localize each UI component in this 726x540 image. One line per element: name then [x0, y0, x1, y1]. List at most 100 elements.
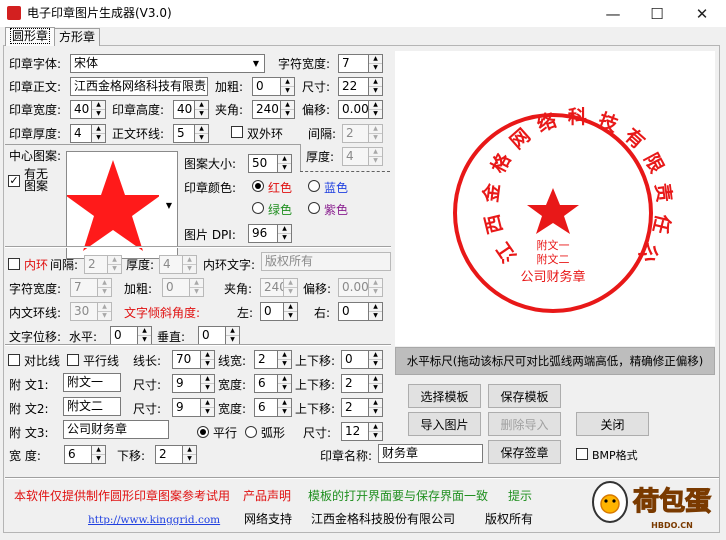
inner-text-input[interactable]: 版权所有 [261, 252, 391, 271]
center-group-dash [300, 171, 390, 172]
gap-spinner[interactable]: 2 ▲ ▼ [342, 124, 383, 143]
main-text-input[interactable]: 江西金格网络科技有限责 [70, 77, 208, 96]
contrast-line-checkbox[interactable] [8, 354, 20, 366]
seal-width-spinner[interactable]: 40 ▲ ▼ [70, 100, 106, 119]
seal-height-spinner[interactable]: 40 ▲ ▼ [173, 100, 209, 119]
save-sign-button[interactable]: 保存签章 [488, 440, 561, 464]
bold-spinner[interactable]: 0 ▲ ▼ [252, 77, 295, 96]
subtext3-input[interactable]: 公司财务章 [63, 420, 169, 439]
tilt-left-label: 左: [237, 306, 254, 320]
subtext1-input[interactable]: 附文一 [63, 373, 121, 392]
notice-text: 本软件仅提供制作圆形印章图案参考试用 [14, 489, 231, 503]
offset-spinner[interactable]: 0.000▲▼ [338, 100, 383, 119]
has-pattern-checkbox[interactable]: ✓ [8, 175, 20, 187]
subtext1-width-spinner[interactable]: 6 ▲ ▼ [254, 374, 292, 393]
minimize-button[interactable]: — [591, 0, 635, 27]
thickness2-spinner[interactable]: 4 ▲ ▼ [342, 147, 383, 166]
choose-template-button[interactable]: 选择模板 [408, 384, 481, 408]
shift-h-spinner[interactable]: 0 ▲ ▼ [110, 326, 152, 345]
close-button[interactable]: 关闭 [576, 412, 649, 436]
tilt-left-spinner[interactable]: 0 ▲ ▼ [260, 302, 298, 321]
subtext2-width-spinner[interactable]: 6 ▲ ▼ [254, 398, 292, 417]
char-width-label: 字符宽度: [278, 57, 331, 71]
close-window-button[interactable]: ✕ [680, 0, 724, 27]
pattern-dropdown-arrow[interactable]: ▼ [160, 151, 178, 259]
line-move-spinner[interactable]: 0 ▲ ▼ [341, 350, 383, 369]
seal-width-label: 印章宽度: [9, 103, 62, 117]
net-support-link[interactable]: 网络支持 [244, 512, 292, 526]
color-blue-radio[interactable] [308, 180, 320, 192]
subtext3-size-spinner[interactable]: 12 ▲ ▼ [341, 422, 383, 441]
bmp-format-checkbox[interactable] [576, 448, 588, 460]
template-notice-text: 模板的打开界面要与保存界面一致 [308, 489, 489, 503]
delete-import-button[interactable]: 删除导入 [488, 412, 561, 436]
subtext1-width-label: 宽度: [218, 378, 247, 392]
tilt-right-spinner[interactable]: 0 ▲ ▼ [338, 302, 383, 321]
dpi-label: 图片 DPI: [184, 228, 236, 242]
color-purple-radio[interactable] [308, 202, 320, 214]
inner-char-width-label: 字符宽度: [9, 282, 62, 296]
inner-char-width-spinner[interactable]: 7 ▲ ▼ [70, 278, 112, 297]
seal-name-label: 印章名称: [320, 449, 373, 463]
has-pattern-label: 有无图案 [24, 167, 49, 193]
size-label: 尺寸: [302, 80, 331, 94]
text-ring-spinner[interactable]: 5 ▲ ▼ [173, 124, 209, 143]
parallel-line-checkbox[interactable] [67, 354, 79, 366]
hint-link[interactable]: 提示 [508, 489, 532, 503]
pattern-size-spinner[interactable]: 50 ▲ ▼ [248, 154, 292, 173]
inner-ring-line-spinner[interactable]: 30 ▲ ▼ [70, 302, 112, 321]
inner-angle-spinner[interactable]: 240▲▼ [260, 278, 298, 297]
inner-gap-spinner[interactable]: 2 ▲ ▼ [84, 255, 122, 274]
website-link[interactable]: http://www.kinggrid.com [88, 513, 220, 527]
import-image-button[interactable]: 导入图片 [408, 412, 481, 436]
seal-color-label: 印章颜色: [184, 181, 237, 195]
text-ring-label: 正文环线: [112, 127, 165, 141]
subtext2-input[interactable]: 附文二 [63, 397, 121, 416]
seal-height-label: 印章高度: [112, 103, 165, 117]
subtext1-size-label: 尺寸: [133, 378, 162, 392]
angle-spinner[interactable]: 240 ▲ ▼ [252, 100, 295, 119]
seal-preview: 江西金格网络科技有限责任公司 附文一 附文二 公司财务章 [385, 34, 715, 346]
seal-thickness-spinner[interactable]: 4 ▲ ▼ [70, 124, 106, 143]
char-width-spinner[interactable]: 7 ▲ ▼ [338, 54, 383, 73]
double-ring-checkbox[interactable] [231, 126, 243, 138]
color-green-radio[interactable] [252, 202, 264, 214]
seal-name-input[interactable]: 财务章 [378, 444, 483, 463]
bottom-width-spinner[interactable]: 6 ▲ ▼ [64, 445, 106, 464]
tab-round-seal[interactable]: 圆形章 [5, 27, 56, 46]
subtext2-size-spinner[interactable]: 9 ▲ ▼ [172, 398, 215, 417]
shift-h-label: 水平: [69, 330, 98, 344]
divider-2 [5, 344, 391, 346]
center-pattern-label: 中心图案: [9, 149, 62, 163]
inner-ring-checkbox[interactable] [8, 258, 20, 270]
color-red-radio[interactable] [252, 180, 264, 192]
seal-thickness-label: 印章厚度: [9, 127, 62, 141]
shift-v-spinner[interactable]: 0 ▲ ▼ [198, 326, 240, 345]
inner-offset-spinner[interactable]: 0.000▲▼ [338, 278, 383, 297]
gap-label: 间隔: [308, 127, 337, 141]
seal-subtext1: 附文一 [537, 238, 570, 252]
save-template-button[interactable]: 保存模板 [488, 384, 561, 408]
inner-gap-label: 间隔: [50, 258, 79, 272]
subtext2-move-spinner[interactable]: 2 ▲ ▼ [341, 398, 383, 417]
product-statement-link[interactable]: 产品声明 [243, 489, 291, 503]
font-select[interactable]: 宋体 ▼ [70, 54, 265, 73]
contrast-line-label: 对比线 [24, 354, 61, 368]
dpi-spinner[interactable]: 96 ▲ ▼ [248, 224, 292, 243]
maximize-button[interactable]: ☐ [635, 0, 679, 27]
tilt-right-label: 右: [314, 306, 331, 320]
parallel-radio[interactable] [197, 426, 209, 438]
subtext1-move-spinner[interactable]: 2 ▲ ▼ [341, 374, 383, 393]
subtext1-size-spinner[interactable]: 9 ▲ ▼ [172, 374, 215, 393]
size-spinner[interactable]: 22 ▲ ▼ [338, 77, 383, 96]
tab-square-seal[interactable]: 方形章 [54, 28, 101, 46]
arc-radio[interactable] [245, 426, 257, 438]
inner-bold-spinner[interactable]: 0 ▲ ▼ [162, 278, 204, 297]
horizontal-ruler[interactable]: 水平标尺(拖动该标尺可对比弧线两端高低，精确修正偏移) [395, 347, 715, 375]
angle-label: 夹角: [215, 103, 244, 117]
bottom-down-spinner[interactable]: 2 ▲ ▼ [155, 445, 197, 464]
seal-subtext2: 附文二 [537, 252, 570, 266]
line-length-spinner[interactable]: 70 ▲ ▼ [172, 350, 215, 369]
inner-thickness-spinner[interactable]: 4 ▲ ▼ [159, 255, 197, 274]
line-width-spinner[interactable]: 2 ▲ ▼ [254, 350, 292, 369]
